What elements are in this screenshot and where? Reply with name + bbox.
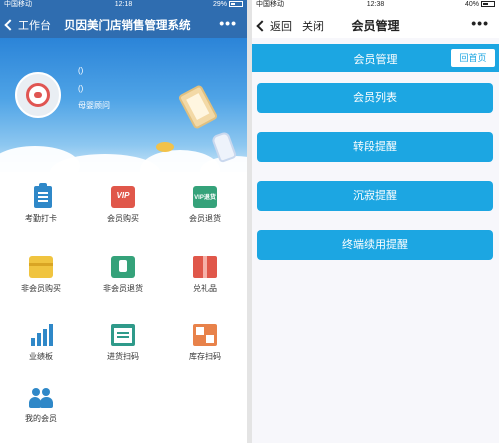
grid-item-label: 会员购买 xyxy=(107,214,139,223)
battery-indicator: 29% xyxy=(213,0,243,10)
grid-item-performance[interactable]: 业绩板 xyxy=(0,310,82,368)
back-label: 工作台 xyxy=(18,20,51,32)
section-header: 会员管理 回首页 xyxy=(252,44,499,72)
return-icon xyxy=(111,256,135,278)
chevron-left-icon xyxy=(4,19,16,31)
grid-item-stock-in-scan[interactable]: 进货扫码 xyxy=(82,310,164,368)
qr-scan-icon xyxy=(193,324,217,346)
avatar[interactable] xyxy=(15,72,61,118)
nav-bar: 返回 关闭 会员管理 ••• xyxy=(252,10,499,38)
grid-item-label: 兑礼品 xyxy=(193,284,217,293)
phone-illustration-icon xyxy=(177,84,219,130)
vip-card-icon: VIP xyxy=(111,186,135,208)
grid-item-member-return[interactable]: VIP退货 会员退货 xyxy=(164,172,246,230)
member-list-button[interactable]: 会员列表 xyxy=(257,83,493,113)
back-button[interactable]: 工作台 xyxy=(4,17,51,33)
member-management-screen: 中国移动 12:38 40% 返回 关闭 会员管理 ••• 会员管理 回首页 会… xyxy=(252,0,499,443)
profile-banner: () () 母婴顾问 xyxy=(0,38,247,172)
dormant-reminder-button[interactable]: 沉寂提醒 xyxy=(257,181,493,211)
grid-item-nonmember-return[interactable]: 非会员退货 xyxy=(82,242,164,300)
grid-item-label: 进货扫码 xyxy=(107,352,139,361)
stage-change-reminder-button[interactable]: 转段提醒 xyxy=(257,132,493,162)
battery-percent: 40% xyxy=(464,1,479,8)
clock: 12:18 xyxy=(114,1,133,8)
grid-item-nonmember-purchase[interactable]: 非会员购买 xyxy=(0,242,82,300)
battery-icon xyxy=(229,1,243,8)
vip-return-icon: VIP退货 xyxy=(193,186,217,208)
battery-indicator: 40% xyxy=(465,0,495,10)
card-icon xyxy=(29,256,53,278)
page-title: 会员管理 xyxy=(351,19,400,33)
grid-item-label: 会员退货 xyxy=(189,214,221,223)
clock: 12:38 xyxy=(366,1,385,8)
grid-item-member-purchase[interactable]: VIP 会员购买 xyxy=(82,172,164,230)
vip-return-icon-text: VIP退货 xyxy=(194,195,216,201)
app-screenshots: 中国移动 12:18 29% 工作台 贝因美门店销售管理系统 ••• () ()… xyxy=(0,0,499,443)
user-role: 母婴顾问 xyxy=(78,101,110,110)
brand-logo-icon xyxy=(26,83,50,107)
gift-icon xyxy=(193,256,217,278)
grid-item-label: 库存扫码 xyxy=(189,352,221,361)
more-menu-button[interactable]: ••• xyxy=(219,15,237,31)
grid-item-my-members[interactable]: 我的会员 xyxy=(0,372,82,430)
store-name: () xyxy=(78,84,84,93)
status-bar: 中国移动 12:18 29% xyxy=(0,0,247,10)
workbench-screen: 中国移动 12:18 29% 工作台 贝因美门店销售管理系统 ••• () ()… xyxy=(0,0,247,443)
grid-item-label: 业绩板 xyxy=(29,352,53,361)
renewal-reminder-button[interactable]: 终端续用提醒 xyxy=(257,230,493,260)
grid-item-label: 非会员购买 xyxy=(21,284,61,293)
page-title: 贝因美门店销售管理系统 xyxy=(64,20,191,32)
grid-item-attendance[interactable]: 考勤打卡 xyxy=(0,172,82,230)
grid-item-label: 非会员退货 xyxy=(103,284,143,293)
bar-chart-icon xyxy=(29,324,53,346)
nav-bar: 工作台 贝因美门店销售管理系统 ••• xyxy=(0,10,247,38)
battery-percent: 29% xyxy=(212,1,227,8)
clipboard-icon xyxy=(33,183,52,208)
coin-illustration-icon xyxy=(156,142,174,152)
members-icon xyxy=(29,386,53,408)
more-menu-button[interactable]: ••• xyxy=(471,15,489,31)
grid-item-label: 考勤打卡 xyxy=(25,214,57,223)
status-bar: 中国移动 12:38 40% xyxy=(252,0,499,10)
user-name: () xyxy=(78,66,84,75)
grid-item-inventory-scan[interactable]: 库存扫码 xyxy=(164,310,246,368)
home-button[interactable]: 回首页 xyxy=(451,49,495,67)
cart-scan-icon xyxy=(111,324,135,346)
vip-icon-text: VIP xyxy=(116,191,130,200)
grid-item-gift-redeem[interactable]: 兑礼品 xyxy=(164,242,246,300)
grid-item-label: 我的会员 xyxy=(25,414,57,423)
battery-icon xyxy=(481,1,495,8)
